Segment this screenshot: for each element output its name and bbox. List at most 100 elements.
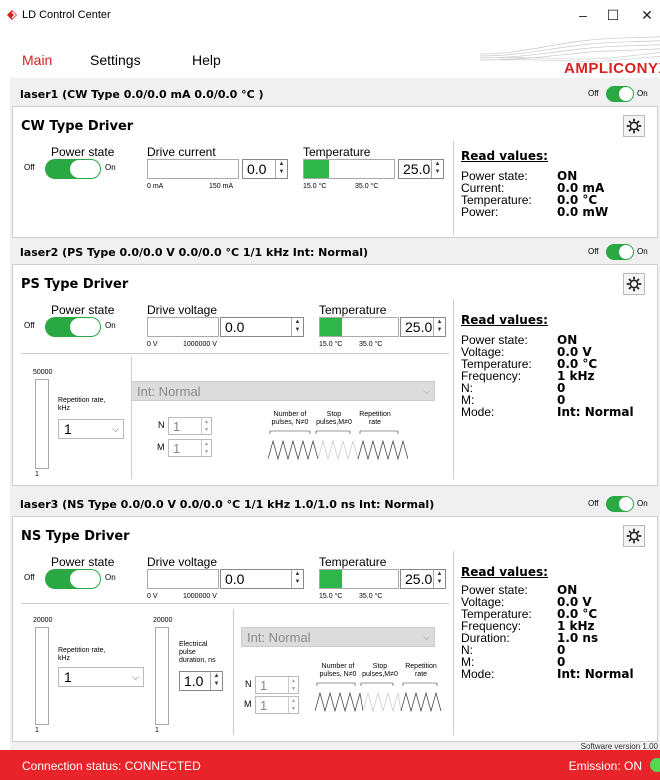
card-title: CW Type Driver	[21, 119, 134, 134]
chevron-down-icon: ⌵	[132, 672, 139, 682]
temperature-label: Temperature	[319, 303, 387, 317]
gear-icon[interactable]	[623, 273, 645, 295]
temp-min-label: 15.0 °C	[303, 183, 327, 190]
pulses-n-label: Number of pulses, N≠0	[319, 663, 357, 678]
close-button[interactable]: ✕	[632, 4, 660, 26]
minimize-button[interactable]: –	[568, 4, 598, 26]
n-input[interactable]: 1 ▲ ▼	[255, 676, 299, 694]
drive-min-label: 0 V	[147, 341, 158, 348]
m-input[interactable]: 1 ▲ ▼	[255, 696, 299, 714]
laser1-summary: laser1 (CW Type 0.0/0.0 mA 0.0/0.0 °C )	[20, 88, 264, 101]
drive-current-slider[interactable]	[147, 159, 239, 179]
divider	[21, 603, 449, 604]
status-bar: Connection status: CONNECTED Emission: O…	[0, 750, 660, 780]
rep-rate-select[interactable]: 1 ⌵	[58, 419, 124, 439]
drive-voltage-input[interactable]: 0.0 ▲ ▼	[220, 569, 304, 589]
card-title: NS Type Driver	[21, 529, 130, 544]
power-state-toggle[interactable]	[45, 159, 101, 179]
ns-driver-card: NS Type Driver Power state Off On Drive …	[12, 516, 658, 742]
read-key: Mode:	[461, 405, 495, 419]
divider	[453, 551, 454, 735]
cw-driver-card: CW Type Driver Power state Off On Drive …	[12, 106, 658, 238]
gear-icon[interactable]	[623, 115, 645, 137]
power-on-label: On	[105, 163, 116, 172]
m-input[interactable]: 1 ▲ ▼	[168, 439, 212, 457]
temp-min-label: 15.0 °C	[319, 341, 343, 348]
left-border	[0, 30, 10, 750]
gear-icon[interactable]	[623, 525, 645, 547]
duration-input[interactable]: 1.0 ▲ ▼	[179, 671, 223, 691]
toggle-switch[interactable]	[606, 496, 634, 512]
temp-max-label: 35.0 °C	[355, 183, 379, 190]
maximize-button[interactable]: ☐	[598, 4, 628, 26]
rep-rate-select[interactable]: 1 ⌵	[58, 667, 144, 687]
laser3-enable-toggle[interactable]: Off On	[588, 496, 658, 512]
power-state-label: Power state	[51, 555, 115, 569]
pulses-n-label: Number of pulses, N≠0	[271, 411, 309, 426]
laser3-header: laser3 (NS Type 0.0/0.0 V 0.0/0.0 °C 1/1…	[10, 492, 660, 516]
chevron-down-icon: ⌵	[423, 632, 430, 642]
pulse-train-diagram	[268, 430, 408, 461]
toggle-switch[interactable]	[606, 86, 634, 102]
toggle-on-label: On	[637, 499, 648, 508]
power-on-label: On	[105, 573, 116, 582]
n-input[interactable]: 1 ▲ ▼	[168, 417, 212, 435]
app-icon	[7, 10, 17, 20]
divider	[21, 353, 449, 354]
temp-min-label: 15.0 °C	[319, 593, 343, 600]
read-value: 0.0 mW	[557, 205, 609, 219]
drive-voltage-input[interactable]: 0.0 ▲ ▼	[220, 317, 304, 337]
duration-slider[interactable]	[155, 627, 169, 725]
toggle-off-label: Off	[588, 247, 599, 256]
temperature-input[interactable]: 25.0 ▲ ▼	[398, 159, 444, 179]
drive-max-label: 150 mA	[209, 183, 234, 190]
title-bar: LD Control Center – ☐ ✕	[0, 0, 660, 30]
toggle-knob	[619, 245, 633, 259]
card-title: PS Type Driver	[21, 277, 129, 292]
menu-main[interactable]: Main	[22, 52, 52, 68]
toggle-off-label: Off	[588, 499, 599, 508]
drive-voltage-slider[interactable]	[147, 569, 219, 589]
temperature-slider[interactable]	[303, 159, 395, 179]
rep-rate-label: Repetition rate, kHz	[58, 397, 106, 412]
emission-led-icon	[650, 758, 660, 772]
read-values-title: Read values:	[461, 565, 548, 579]
pulses-rate-label: Repetition rate	[405, 663, 437, 678]
read-values-title: Read values:	[461, 149, 548, 163]
toggle-switch[interactable]	[606, 244, 634, 260]
drive-voltage-slider[interactable]	[147, 317, 219, 337]
mode-select[interactable]: Int: Normal ⌵	[131, 381, 435, 401]
chevron-down-icon: ⌵	[112, 424, 119, 434]
temperature-fill	[320, 318, 342, 336]
rep-rate-slider[interactable]	[35, 627, 49, 725]
temperature-slider[interactable]	[319, 317, 399, 337]
temperature-input[interactable]: 25.0 ▲ ▼	[400, 317, 446, 337]
drive-current-input[interactable]: 0.0 ▲ ▼	[242, 159, 288, 179]
toggle-knob	[70, 318, 100, 336]
pulses-rate-label: Repetition rate	[359, 411, 391, 426]
temperature-input[interactable]: 25.0 ▲ ▼	[400, 569, 446, 589]
toggle-knob	[70, 570, 100, 588]
laser1-enable-toggle[interactable]: Off On	[588, 86, 658, 102]
duration-max: 20000	[153, 617, 173, 624]
power-state-toggle[interactable]	[45, 569, 101, 589]
rep-rate-slider[interactable]	[35, 379, 49, 469]
menu-help[interactable]: Help	[192, 52, 221, 68]
power-state-label: Power state	[51, 145, 115, 159]
toggle-knob	[619, 497, 633, 511]
chevron-down-icon: ⌵	[423, 386, 430, 396]
temperature-slider[interactable]	[319, 569, 399, 589]
rep-rate-max: 20000	[33, 617, 53, 624]
toggle-knob	[619, 87, 633, 101]
laser2-header: laser2 (PS Type 0.0/0.0 V 0.0/0.0 °C 1/1…	[10, 240, 660, 264]
drive-voltage-label: Drive voltage	[147, 555, 218, 569]
divider	[131, 357, 132, 479]
mode-select[interactable]: Int: Normal ⌵	[241, 627, 435, 647]
divider	[453, 141, 454, 235]
temperature-label: Temperature	[319, 555, 387, 569]
laser2-enable-toggle[interactable]: Off On	[588, 244, 658, 260]
toggle-off-label: Off	[588, 89, 599, 98]
pulses-m-label: Stop pulses,M≠0	[316, 411, 352, 426]
power-state-toggle[interactable]	[45, 317, 101, 337]
menu-settings[interactable]: Settings	[90, 52, 141, 68]
